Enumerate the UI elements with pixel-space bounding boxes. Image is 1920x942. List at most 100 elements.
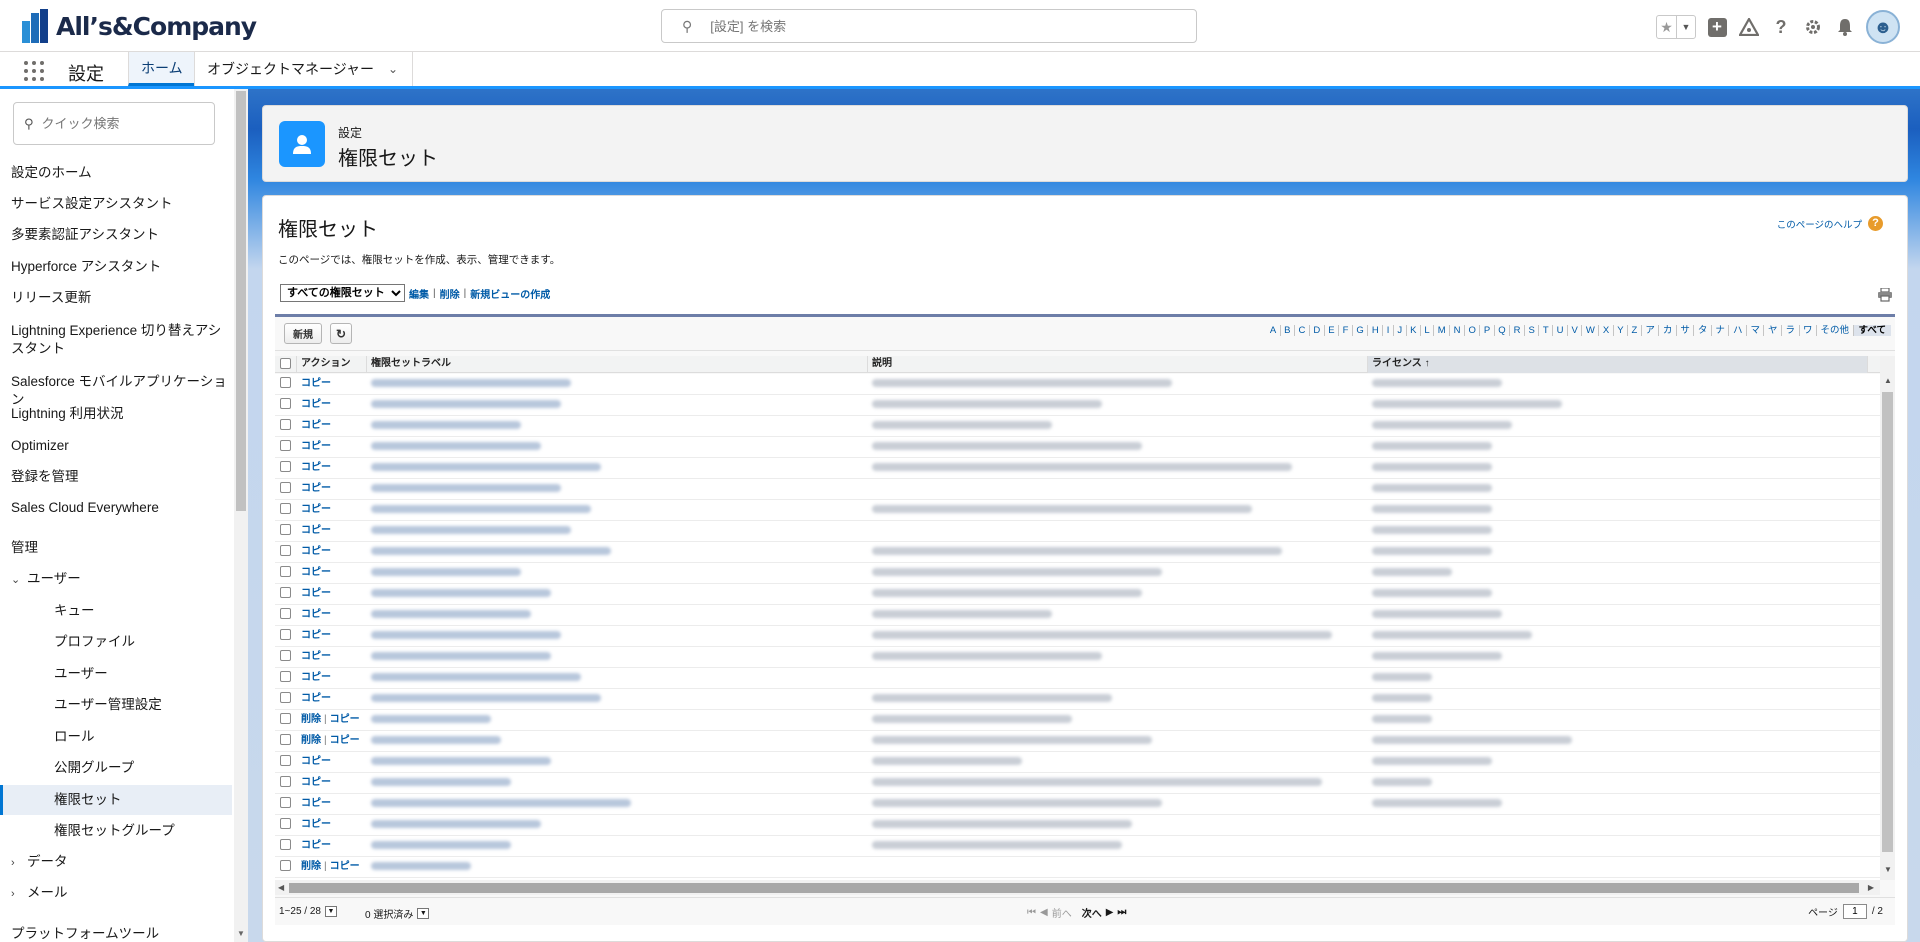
row-label-link[interactable] (367, 374, 868, 395)
next-page-icon[interactable]: ▶ (1106, 907, 1114, 918)
row-label-link[interactable] (367, 647, 868, 668)
favorites-star-icon[interactable]: ★ (1657, 16, 1676, 38)
quick-find[interactable]: ⚲ (13, 102, 215, 145)
brand-logo[interactable]: All’s&Company (22, 8, 257, 44)
row-copy-link[interactable]: コピー (301, 378, 331, 389)
sidebar-item-permission-set-groups[interactable]: 権限セットグループ (0, 822, 232, 840)
global-search[interactable]: ⚲ (661, 9, 1197, 43)
alphabet-filter-item[interactable]: K (1405, 325, 1420, 336)
row-checkbox[interactable] (280, 587, 291, 599)
alphabet-filter-item[interactable]: V (1567, 325, 1581, 336)
column-header-license[interactable]: ライセンス ↑ (1368, 356, 1868, 373)
alphabet-filter-item[interactable]: I (1382, 325, 1393, 336)
alphabet-filter-item[interactable]: ハ (1728, 325, 1746, 336)
scroll-down-arrow-icon[interactable]: ▼ (237, 929, 245, 938)
alphabet-filter-item[interactable]: H (1367, 325, 1382, 336)
row-checkbox[interactable] (280, 482, 291, 494)
last-page-icon[interactable]: ⏭ (1117, 907, 1126, 918)
row-copy-link[interactable]: コピー (301, 567, 331, 578)
row-checkbox[interactable] (280, 524, 291, 536)
row-checkbox[interactable] (280, 650, 291, 662)
alphabet-filter-item[interactable]: D (1308, 325, 1324, 336)
alphabet-filter-item[interactable]: O (1464, 325, 1479, 336)
new-button[interactable]: 新規 (284, 323, 322, 344)
row-copy-link[interactable]: コピー (330, 861, 360, 872)
alphabet-filter-item[interactable]: Y (1612, 325, 1627, 336)
row-copy-link[interactable]: コピー (301, 609, 331, 620)
row-delete-link[interactable]: 削除 (301, 714, 321, 725)
selected-count[interactable]: 0 選択済み ▼ (365, 906, 430, 921)
alphabet-filter-item[interactable]: T (1538, 325, 1552, 336)
help-link[interactable]: このページのヘルプ ? (1777, 216, 1883, 231)
scroll-up-arrow-icon[interactable]: ▲ (1884, 376, 1892, 385)
sidebar-scrollbar[interactable]: ▼ (234, 89, 248, 942)
select-all-checkbox[interactable] (280, 357, 291, 369)
row-copy-link[interactable]: コピー (301, 399, 331, 410)
alphabet-filter-item[interactable]: W (1581, 325, 1598, 336)
page-number-input[interactable] (1842, 904, 1867, 919)
sidebar-item-sales-cloud-everywhere[interactable]: Sales Cloud Everywhere (0, 499, 232, 517)
sidebar-group-email[interactable]: › メール (0, 884, 232, 903)
sidebar-item-user-management-settings[interactable]: ユーザー管理設定 (0, 696, 232, 714)
alphabet-filter-item[interactable]: タ (1693, 325, 1711, 336)
row-copy-link[interactable]: コピー (301, 630, 331, 641)
column-header-label[interactable]: 権限セットラベル (367, 356, 868, 373)
row-copy-link[interactable]: コピー (301, 819, 331, 830)
row-checkbox[interactable] (280, 839, 291, 851)
sidebar-item-mfa-assistant[interactable]: 多要素認証アシスタント (0, 226, 232, 244)
alphabet-filter-item[interactable]: ア (1640, 325, 1659, 336)
row-copy-link[interactable]: コピー (301, 441, 331, 452)
row-copy-link[interactable]: コピー (301, 777, 331, 788)
setup-gear-icon[interactable] (1802, 16, 1824, 38)
row-label-link[interactable] (367, 416, 868, 437)
alphabet-filter-item[interactable]: すべて (1852, 325, 1891, 336)
row-checkbox[interactable] (280, 797, 291, 809)
sidebar-item-roles[interactable]: ロール (0, 728, 232, 746)
edit-view-link[interactable]: 編集 (409, 286, 429, 301)
tab-object-manager[interactable]: オブジェクトマネージャー ⌄ (194, 52, 414, 86)
row-checkbox[interactable] (280, 608, 291, 620)
row-checkbox[interactable] (280, 755, 291, 767)
scroll-right-arrow-icon[interactable]: ▶ (1868, 883, 1874, 892)
row-copy-link[interactable]: コピー (301, 840, 331, 851)
row-checkbox[interactable] (280, 566, 291, 578)
row-label-link[interactable] (367, 458, 868, 479)
row-label-link[interactable] (367, 479, 868, 500)
tab-home[interactable]: ホーム (128, 52, 195, 86)
row-label-link[interactable] (367, 857, 868, 878)
alphabet-filter-item[interactable]: U (1552, 325, 1567, 336)
row-label-link[interactable] (367, 563, 868, 584)
row-label-link[interactable] (367, 542, 868, 563)
alphabet-filter-item[interactable]: ワ (1798, 325, 1817, 336)
dropdown-arrow-icon[interactable]: ▼ (324, 906, 337, 917)
sidebar-item-queues[interactable]: キュー (0, 602, 232, 620)
row-label-link[interactable] (367, 521, 868, 542)
row-checkbox[interactable] (280, 692, 291, 704)
row-label-link[interactable] (367, 836, 868, 857)
row-copy-link[interactable]: コピー (301, 798, 331, 809)
trailhead-icon[interactable] (1738, 16, 1760, 38)
alphabet-filter-item[interactable]: E (1323, 325, 1338, 336)
alphabet-filter-item[interactable]: B (1279, 325, 1294, 336)
sidebar-item-optimizer[interactable]: Optimizer (0, 437, 232, 455)
row-copy-link[interactable]: コピー (301, 525, 331, 536)
row-copy-link[interactable]: コピー (301, 420, 331, 431)
row-checkbox[interactable] (280, 818, 291, 830)
row-checkbox[interactable] (280, 629, 291, 641)
alphabet-filter-item[interactable]: ラ (1780, 325, 1799, 336)
delete-view-link[interactable]: 削除 (440, 286, 460, 301)
row-copy-link[interactable]: コピー (301, 651, 331, 662)
row-checkbox[interactable] (280, 860, 291, 872)
alphabet-filter-item[interactable]: N (1449, 325, 1464, 336)
row-checkbox[interactable] (280, 671, 291, 683)
sidebar-item-lightning-transition-assistant[interactable]: Lightning Experience 切り替えアシスタント (0, 322, 232, 358)
sidebar-item-release-updates[interactable]: リリース更新 (0, 289, 232, 307)
row-label-link[interactable] (367, 794, 868, 815)
alphabet-filter-item[interactable]: カ (1658, 325, 1676, 336)
alphabet-filter-item[interactable]: C (1294, 325, 1309, 336)
row-label-link[interactable] (367, 731, 868, 752)
sidebar-item-setup-home[interactable]: 設定のホーム (0, 164, 232, 182)
sidebar-item-users[interactable]: ユーザー (0, 665, 232, 683)
alphabet-filter-item[interactable]: J (1392, 325, 1406, 336)
app-launcher-icon[interactable] (24, 61, 44, 81)
